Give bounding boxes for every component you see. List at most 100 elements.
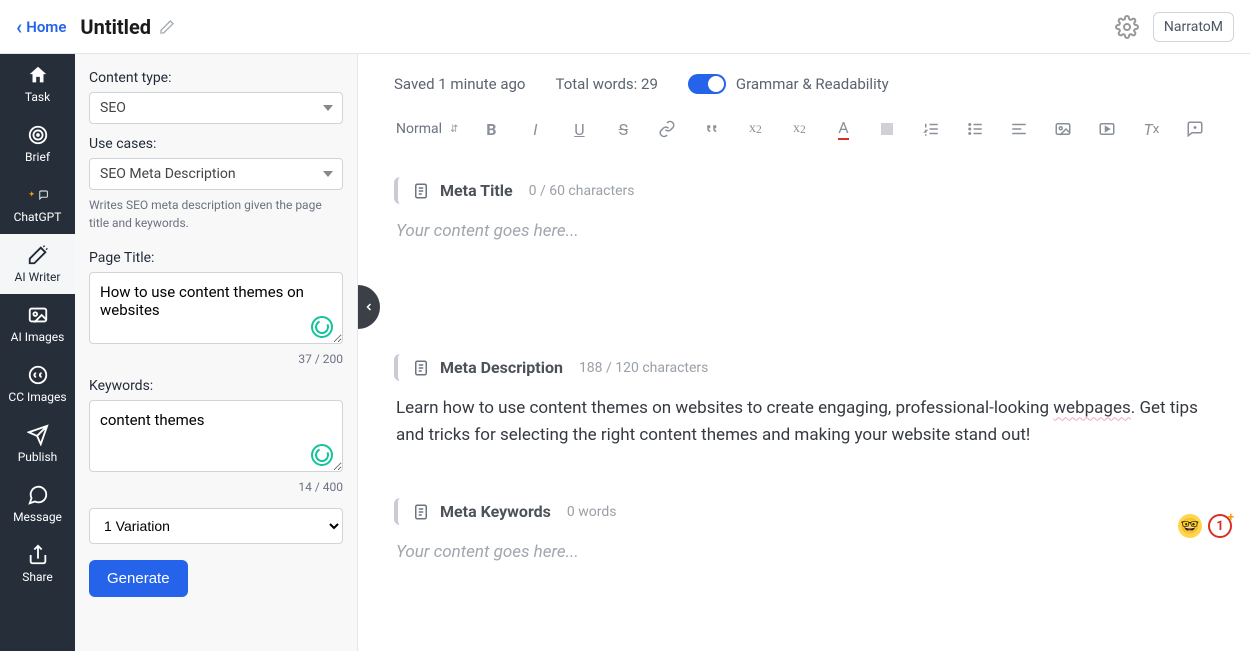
meta-title-section: Meta Title 0 / 60 characters: [394, 177, 1214, 204]
rail-item-ai-images[interactable]: AI Images: [0, 294, 75, 354]
chatgpt-icon: [27, 184, 49, 206]
ordered-list-icon[interactable]: [920, 118, 942, 140]
meta-keywords-heading: Meta Keywords: [440, 502, 551, 521]
chevron-left-icon: ‹: [16, 17, 22, 37]
keywords-label: Keywords:: [89, 378, 343, 394]
editor-area: Saved 1 minute ago Total words: 29 Gramm…: [358, 54, 1250, 651]
use-cases-select[interactable]: SEO Meta Description: [89, 158, 343, 190]
workspace-select[interactable]: NarratoM: [1153, 12, 1234, 42]
variations-select[interactable]: 1 Variation: [89, 508, 343, 544]
highlight-icon[interactable]: [876, 118, 898, 140]
topbar-actions: NarratoM: [1115, 12, 1234, 42]
keywords-counter: 14 / 400: [89, 480, 343, 494]
bold-icon[interactable]: B: [480, 118, 502, 140]
quote-icon[interactable]: [700, 118, 722, 140]
meta-title-counter: 0 / 60 characters: [529, 183, 635, 199]
bullet-list-icon[interactable]: [964, 118, 986, 140]
rail-label: AI Writer: [15, 270, 61, 284]
use-cases-help: Writes SEO meta description given the pa…: [89, 196, 343, 232]
image-ai-icon: [27, 304, 49, 326]
rail-item-brief[interactable]: Brief: [0, 114, 75, 174]
editor-toolbar: Normal ⇵ B I U S x2 x2 A Tx: [394, 112, 1214, 159]
image-icon[interactable]: [1052, 118, 1074, 140]
meta-keywords-body[interactable]: Your content goes here...: [394, 539, 1214, 565]
meta-keywords-counter: 0 words: [567, 504, 617, 520]
format-select[interactable]: Normal ⇵: [396, 121, 458, 137]
status-row: Saved 1 minute ago Total words: 29 Gramm…: [394, 74, 1214, 94]
meta-keywords-section: Meta Keywords 0 words: [394, 498, 1214, 525]
use-cases-label: Use cases:: [89, 136, 343, 152]
meta-title-body[interactable]: Your content goes here...: [394, 218, 1214, 244]
grammar-label: Grammar & Readability: [736, 75, 889, 93]
rail-label: AI Images: [11, 330, 65, 344]
rail-label: ChatGPT: [14, 210, 62, 224]
share-icon: [27, 544, 49, 566]
rail-item-message[interactable]: Message: [0, 474, 75, 534]
grammarly-badge-icon: [311, 444, 333, 466]
superscript-icon[interactable]: x2: [788, 118, 810, 140]
subscript-icon[interactable]: x2: [744, 118, 766, 140]
home-link[interactable]: ‹ Home: [16, 17, 66, 37]
chevron-updown-icon: ⇵: [450, 124, 458, 135]
content-type-select[interactable]: SEO: [89, 92, 343, 124]
align-icon[interactable]: [1008, 118, 1030, 140]
clear-format-icon[interactable]: Tx: [1140, 118, 1162, 140]
note-icon: [412, 182, 430, 200]
text-color-icon[interactable]: A: [832, 118, 854, 140]
content-type-label: Content type:: [89, 70, 343, 86]
grammarly-badge-icon: [311, 316, 333, 338]
rail-label: Brief: [25, 150, 50, 164]
wand-icon: [27, 244, 49, 266]
meta-description-heading: Meta Description: [440, 358, 563, 377]
top-bar: ‹ Home Untitled NarratoM: [0, 0, 1250, 54]
note-icon: [412, 503, 430, 521]
home-icon: [27, 64, 49, 86]
meta-description-counter: 188 / 120 characters: [579, 360, 708, 376]
emoji-badge-icon[interactable]: 🤓: [1178, 514, 1202, 538]
rail-label: Publish: [18, 450, 58, 464]
ai-writer-panel: Content type: SEO Use cases: SEO Meta De…: [75, 54, 358, 651]
meta-description-body[interactable]: Learn how to use content themes on websi…: [394, 395, 1214, 448]
page-title-counter: 37 / 200: [89, 352, 343, 366]
video-icon[interactable]: [1096, 118, 1118, 140]
meta-title-heading: Meta Title: [440, 181, 513, 200]
rail-item-ai-writer[interactable]: AI Writer: [0, 234, 75, 294]
doc-title-text: Untitled: [80, 15, 151, 39]
rail-label: Message: [13, 510, 62, 524]
meta-desc-text-pre: Learn how to use content themes on websi…: [396, 398, 1053, 418]
assistant-badges: 🤓 1: [1178, 514, 1232, 538]
gear-icon[interactable]: [1115, 15, 1139, 39]
page-title-input[interactable]: [89, 272, 343, 344]
saved-status: Saved 1 minute ago: [394, 75, 525, 93]
note-icon: [412, 359, 430, 377]
underline-icon[interactable]: U: [568, 118, 590, 140]
comment-icon[interactable]: [1184, 118, 1206, 140]
rail-item-task[interactable]: Task: [0, 54, 75, 114]
page-title-label: Page Title:: [89, 250, 343, 266]
message-icon: [27, 484, 49, 506]
rail-item-cc-images[interactable]: CC Images: [0, 354, 75, 414]
meta-description-section: Meta Description 188 / 120 characters: [394, 354, 1214, 381]
cc-icon: [27, 364, 49, 386]
rail-label: CC Images: [8, 390, 66, 404]
rail-label: Share: [22, 570, 53, 584]
home-label: Home: [26, 18, 66, 36]
rail-item-publish[interactable]: Publish: [0, 414, 75, 474]
send-icon: [27, 424, 49, 446]
generate-button[interactable]: Generate: [89, 560, 188, 597]
keywords-input[interactable]: [89, 400, 343, 472]
strike-icon[interactable]: S: [612, 118, 634, 140]
edit-title-icon[interactable]: [159, 19, 175, 35]
rail-item-chatgpt[interactable]: ChatGPT: [0, 174, 75, 234]
link-icon[interactable]: [656, 118, 678, 140]
nav-rail: Task Brief ChatGPT AI Writer AI Images C…: [0, 54, 75, 651]
rail-item-share[interactable]: Share: [0, 534, 75, 594]
suggestion-count-badge[interactable]: 1: [1208, 514, 1232, 538]
doc-title: Untitled: [80, 15, 175, 39]
meta-desc-text-err: webpages: [1053, 398, 1130, 418]
grammar-toggle[interactable]: [688, 74, 726, 94]
word-count: Total words: 29: [555, 75, 657, 93]
target-icon: [27, 124, 49, 146]
rail-label: Task: [25, 90, 50, 104]
italic-icon[interactable]: I: [524, 118, 546, 140]
